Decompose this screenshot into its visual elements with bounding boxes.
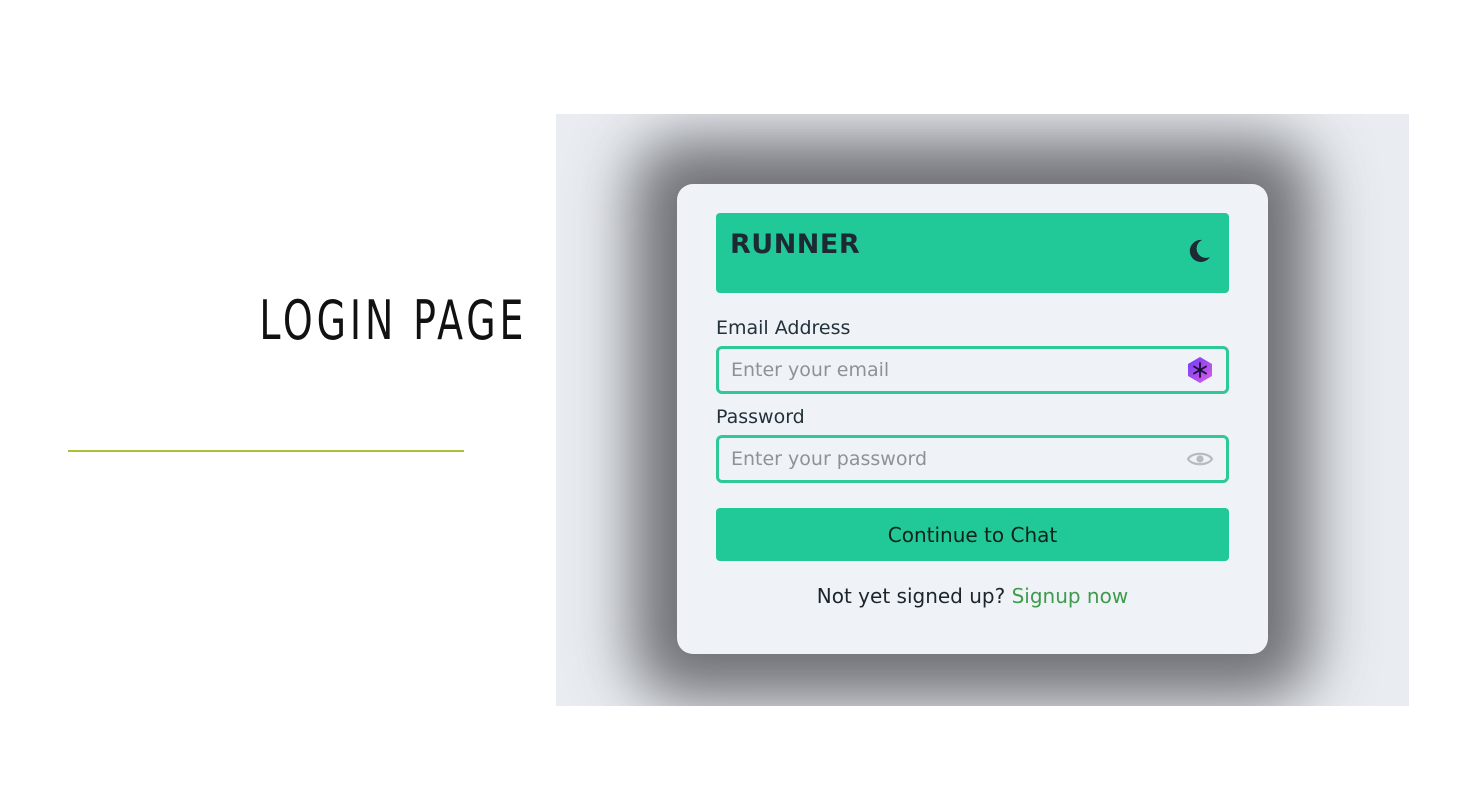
email-field[interactable]: [716, 346, 1229, 394]
continue-to-chat-button[interactable]: Continue to Chat: [716, 508, 1229, 561]
slide: LOGIN PAGE RUNNER Email Address Enter yo…: [0, 0, 1461, 811]
password-input[interactable]: [731, 438, 1171, 480]
password-label: Password: [716, 406, 805, 428]
brand-header: RUNNER: [716, 213, 1229, 293]
login-screenshot: RUNNER Email Address Enter your email Pa…: [556, 114, 1409, 706]
eye-icon[interactable]: [1186, 445, 1214, 473]
email-label: Email Address: [716, 317, 851, 339]
login-card: RUNNER Email Address Enter your email Pa…: [677, 184, 1268, 654]
slide-title: LOGIN PAGE: [259, 289, 528, 352]
email-input[interactable]: [731, 349, 1171, 391]
brand-name: RUNNER: [730, 229, 861, 260]
password-manager-icon[interactable]: [1186, 356, 1214, 384]
signup-prompt-line: Not yet signed up? Signup now: [677, 584, 1268, 608]
signup-prompt: Not yet signed up?: [816, 584, 1006, 608]
moon-icon[interactable]: [1185, 237, 1213, 265]
title-underline: [68, 450, 464, 452]
signup-link[interactable]: Signup now: [1012, 584, 1129, 608]
password-field[interactable]: [716, 435, 1229, 483]
